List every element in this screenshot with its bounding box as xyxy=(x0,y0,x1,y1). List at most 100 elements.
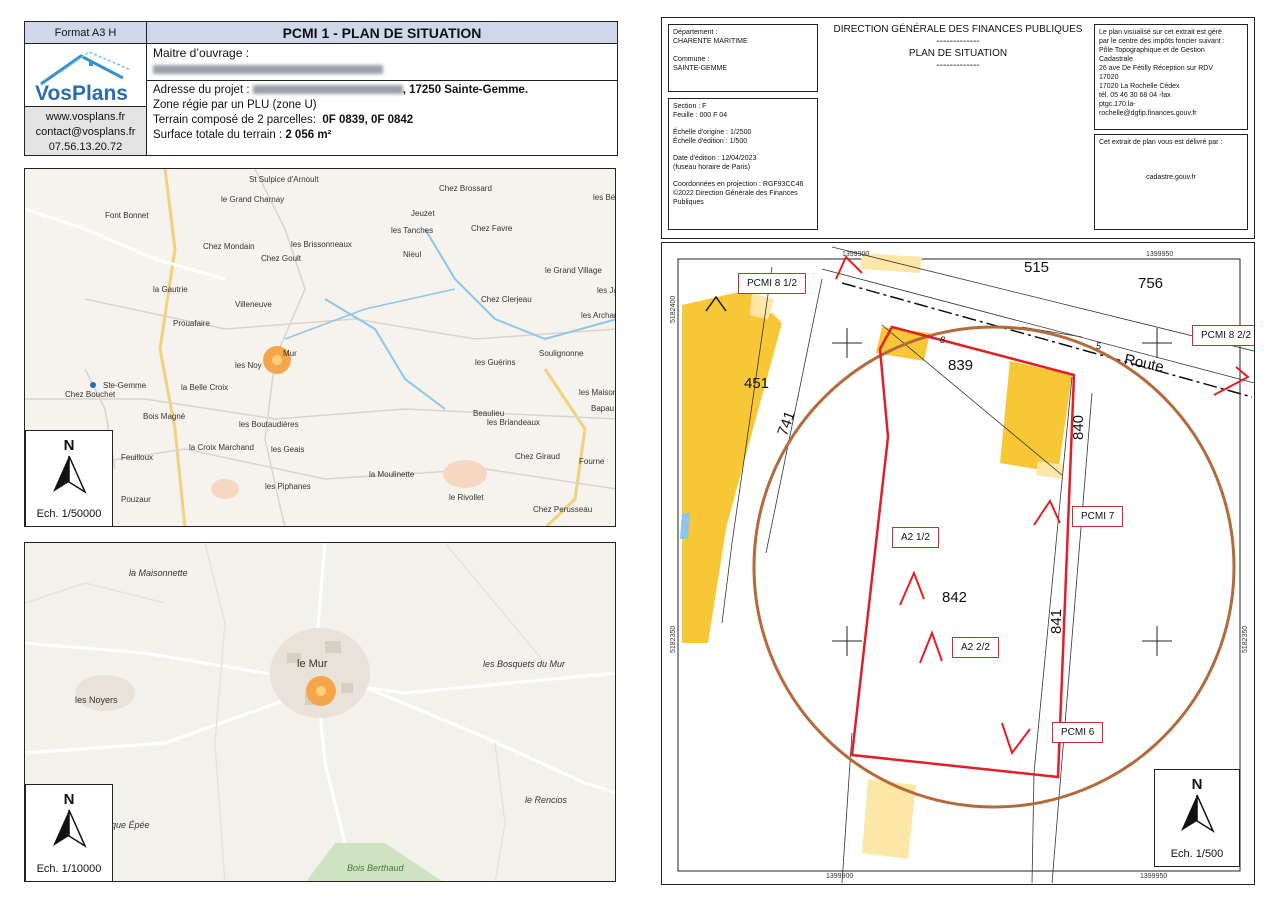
surface-value: 2 056 m² xyxy=(285,129,332,141)
north-arrow-box: N Ech. 1/500 xyxy=(1154,769,1240,867)
place-label: Soulignonne xyxy=(539,349,584,358)
place-label: les Bés xyxy=(593,193,616,202)
redacted-name xyxy=(153,64,383,74)
place-label: les Bosquets du Mur xyxy=(483,659,566,669)
place-label: les Brissonneaux xyxy=(291,240,352,249)
parcel-number: 841 xyxy=(1048,608,1066,635)
delivery-box: Cet extrait de plan vous est délivré par… xyxy=(1094,134,1248,230)
north-label: N xyxy=(63,791,75,808)
photo-label-pcmi8-2: PCMI 8 2/2 xyxy=(1192,325,1254,346)
maitre-ouvrage: Maitre d’ouvrage : xyxy=(153,46,383,74)
place-label: les Maisons Ne xyxy=(579,388,615,397)
place-label: Font Bonnet xyxy=(105,211,149,220)
place-label: Chez Brossard xyxy=(439,184,492,193)
place-label: les Boutaudières xyxy=(239,420,299,429)
terrain-value: 0F 0839, 0F 0842 xyxy=(322,114,414,126)
place-label: les Piphanes xyxy=(265,482,311,491)
coord-label: 5182350 xyxy=(1242,625,1249,653)
coord-label: 1399900 xyxy=(826,873,854,880)
map-2-10000[interactable]: la Maisonnette le Mur les Bosquets du Mu… xyxy=(24,542,616,882)
photo-label-pcmi6: PCMI 6 xyxy=(1052,722,1104,743)
project-info: Adresse du projet : , 17250 Sainte-Gemme… xyxy=(147,80,617,143)
place-label: Beaulieu xyxy=(473,409,505,418)
place-label: Prouafaire xyxy=(173,319,210,328)
place-label: Fourne xyxy=(579,457,605,466)
coord-label: 1399950 xyxy=(1146,251,1174,258)
place-label: Chez Bouchet xyxy=(65,390,116,399)
place-label: le Rencios xyxy=(525,795,568,805)
photo-label-a2-1: A2 1/2 xyxy=(892,527,939,548)
place-label: les Archamb xyxy=(581,311,615,320)
parcel-number: 840 xyxy=(1070,414,1088,441)
place-label: que Épée xyxy=(111,820,150,830)
page-title: PCMI 1 - PLAN DE SITUATION xyxy=(147,22,617,44)
dgfip-title: DIRECTION GÉNÉRALE DES FINANCES PUBLIQUE… xyxy=(833,24,1083,71)
place-label: Bois Magné xyxy=(143,412,186,421)
place-label: la Belle Croix xyxy=(181,383,229,392)
terrain-label: Terrain composé de 2 parcelles: xyxy=(153,114,316,126)
cadastre-header: Département : CHARENTE MARITIME Commune … xyxy=(661,17,1255,239)
title-block: Format A3 H VosPlans www.vosplans.fr con… xyxy=(24,21,618,156)
north-arrow-icon xyxy=(1181,794,1215,833)
surface-label: Surface totale du terrain : xyxy=(153,129,283,141)
place-label: Bois Berthaud xyxy=(347,863,404,873)
photo-label-pcmi7: PCMI 7 xyxy=(1072,506,1124,527)
place-label: Bapau xyxy=(591,404,615,413)
map-1-50000[interactable]: St Sulpice d'Arnoult Chez Brossard le Gr… xyxy=(24,168,616,527)
redacted-address xyxy=(252,85,403,95)
place-label: les Briandeaux xyxy=(487,418,540,427)
scale-label: Ech. 1/50000 xyxy=(36,508,102,520)
place-label: le Grand Charnay xyxy=(221,195,285,204)
section-box: Section : F Feuille : 000 F 04 Échelle d… xyxy=(668,98,818,230)
place-label: la Gautrie xyxy=(153,285,188,294)
phone-text: 07.56.13.20.72 xyxy=(48,141,123,153)
map-1-roads xyxy=(25,169,615,526)
logo-text: VosPlans xyxy=(35,82,128,104)
place-label: Chez Giraud xyxy=(515,452,560,461)
place-label: les Tanches xyxy=(391,226,434,235)
north-arrow-box: N Ech. 1/10000 xyxy=(25,784,113,881)
scale-label: Ech. 1/500 xyxy=(1170,848,1224,860)
parcel-number: 451 xyxy=(744,375,770,392)
place-label: Chez Favre xyxy=(471,224,513,233)
contact-info: www.vosplans.fr contact@vosplans.fr 07.5… xyxy=(25,106,146,155)
place-label: le Mur xyxy=(297,658,328,670)
photo-label-a2-2: A2 2/2 xyxy=(952,637,999,658)
place-label: Feuilloux xyxy=(121,453,154,462)
place-label: Jeuzet xyxy=(411,209,435,218)
parcel-number: 5 xyxy=(1096,341,1102,351)
cadastral-plan[interactable]: 1399900 1399950 5182400 5182350 1399900 … xyxy=(661,242,1255,885)
email-text: contact@vosplans.fr xyxy=(35,126,136,138)
website-text: www.vosplans.fr xyxy=(45,111,126,123)
parcel-number: 839 xyxy=(948,357,974,374)
parcel-number: 756 xyxy=(1138,275,1164,292)
coord-label: 1399900 xyxy=(842,251,870,258)
parcel-number: 515 xyxy=(1024,259,1050,276)
place-label: Villeneuve xyxy=(235,300,272,309)
parcel-number: 842 xyxy=(942,589,968,606)
vosplans-logo: VosPlans xyxy=(35,51,132,104)
place-label: le Rivollet xyxy=(449,493,484,502)
coord-label: 5182400 xyxy=(670,295,677,323)
place-label: les Guérins xyxy=(475,358,516,367)
map-2-roads xyxy=(25,543,615,881)
place-label: la Moulinette xyxy=(369,470,415,479)
adresse-label: Adresse du projet : xyxy=(153,84,250,96)
format-label: Format A3 H xyxy=(25,22,146,44)
place-label: Mur xyxy=(283,349,297,358)
place-label: Nieul xyxy=(403,250,422,259)
north-arrow-icon xyxy=(53,809,87,848)
place-label: Pouzaur xyxy=(121,495,151,504)
north-label: N xyxy=(1191,776,1203,793)
place-label: Ste-Gemme xyxy=(103,381,147,390)
place-label: les Jarr xyxy=(597,286,615,295)
place-label: Chez Clerjeau xyxy=(481,295,532,304)
parcel-number: 8 xyxy=(940,335,946,345)
place-label: les Noyers xyxy=(75,695,118,705)
north-arrow-box: N Ech. 1/50000 xyxy=(25,430,113,526)
photo-label-pcmi8-1: PCMI 8 1/2 xyxy=(738,273,807,294)
place-label: la Maisonnette xyxy=(129,568,188,578)
adresse-value: , 17250 Sainte-Gemme. xyxy=(402,84,529,96)
centre-impots-box: Le plan visualisé sur cet extrait est gé… xyxy=(1094,24,1248,130)
north-arrow-icon xyxy=(53,455,87,494)
